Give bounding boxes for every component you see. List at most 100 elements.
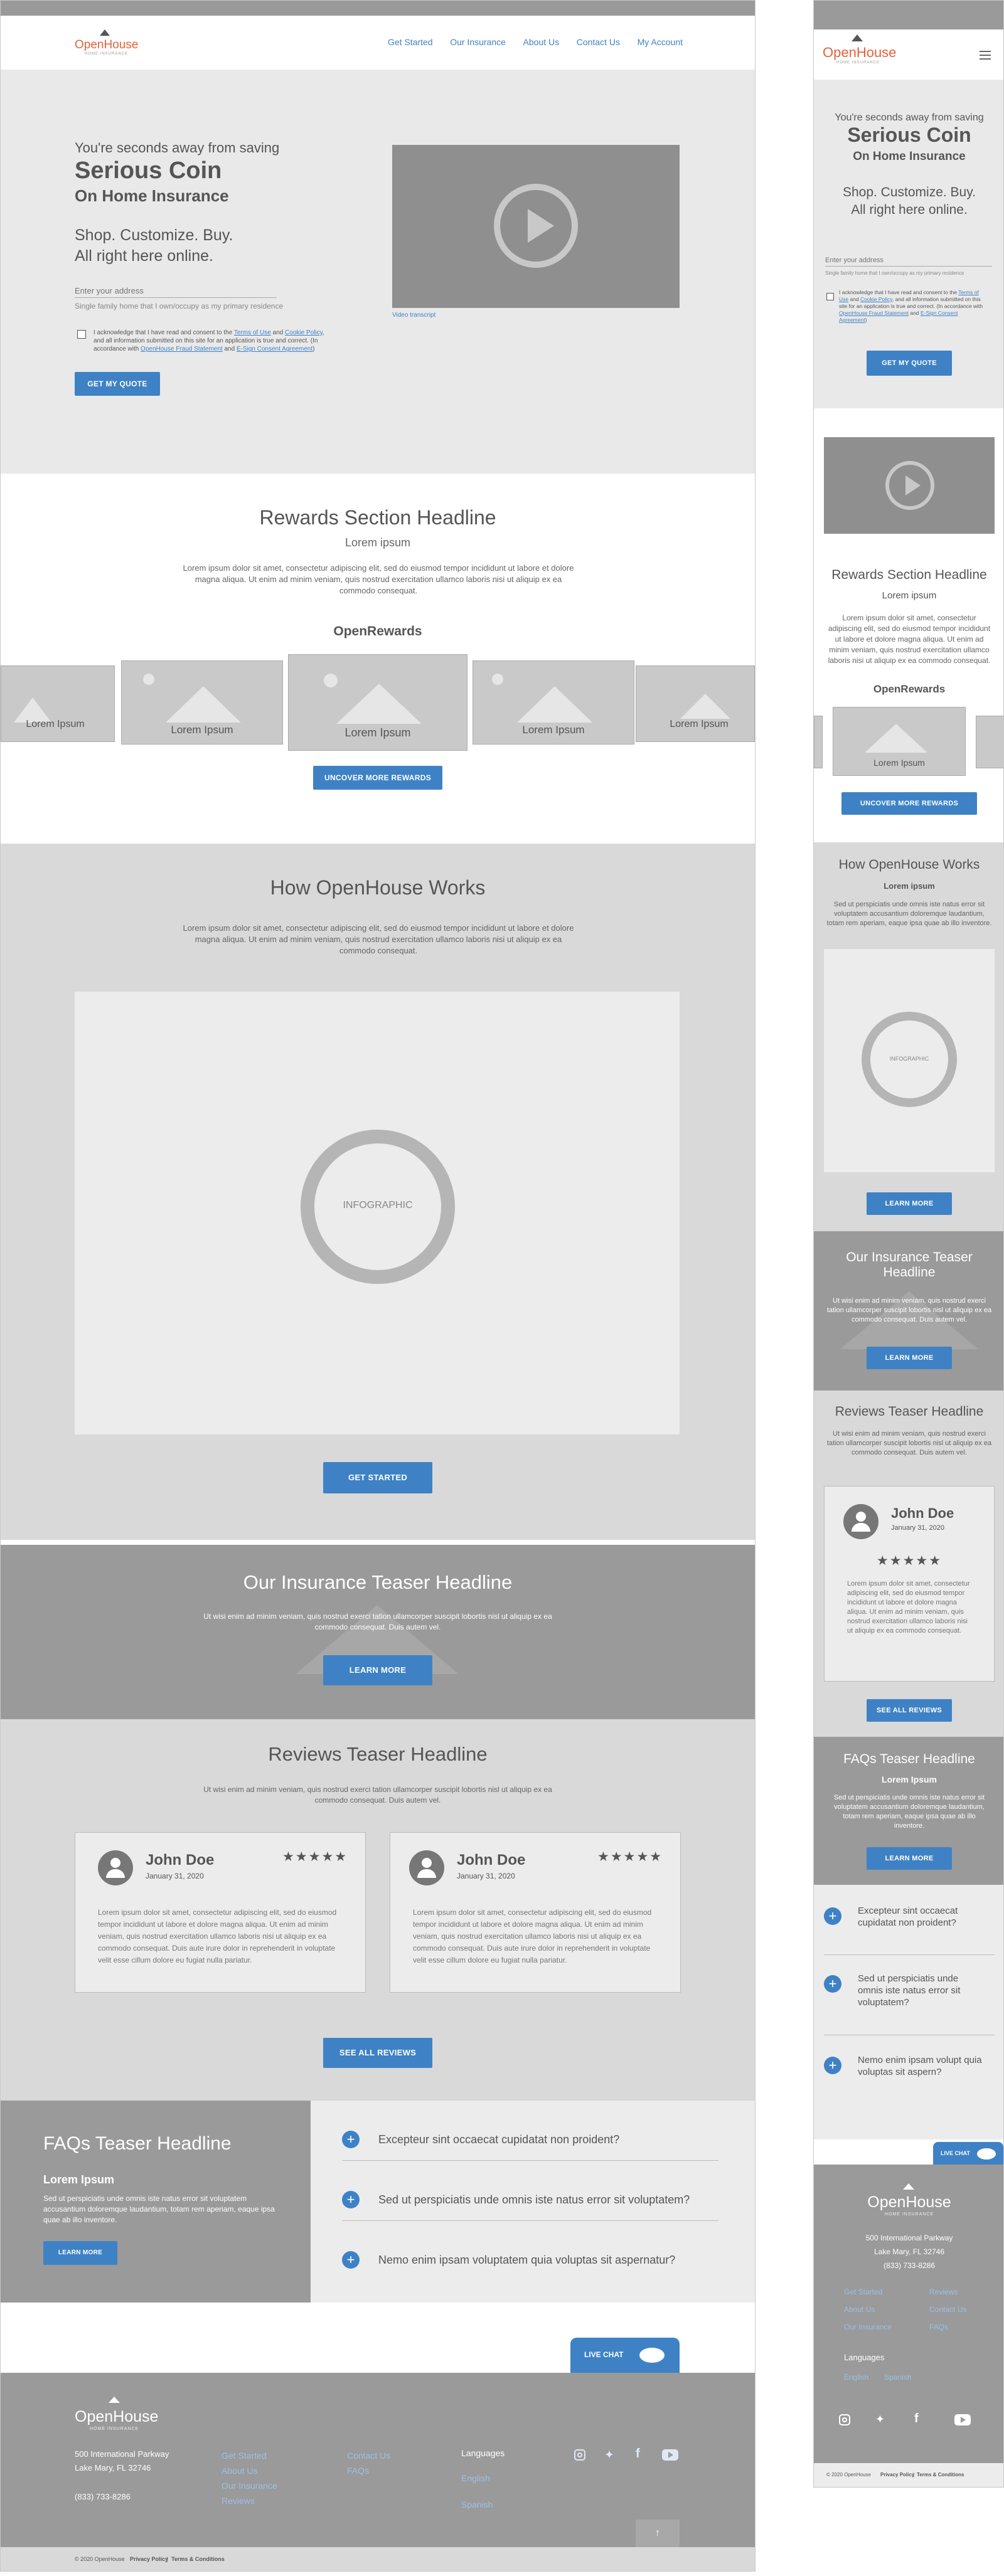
faq-item[interactable]: + Sed ut perspiciatis unde omnis iste na… bbox=[342, 2191, 718, 2221]
mobile-live-chat-button[interactable]: LIVE CHAT bbox=[933, 2142, 1003, 2165]
plus-icon[interactable]: + bbox=[342, 2191, 360, 2208]
uncover-rewards-button[interactable]: UNCOVER MORE REWARDS bbox=[313, 766, 442, 790]
terms-conditions-link[interactable]: Terms & Conditions bbox=[917, 2472, 964, 2478]
mobile-video[interactable] bbox=[824, 437, 995, 534]
footer-lang-english[interactable]: English bbox=[461, 2473, 490, 2483]
mobile-get-my-quote-button[interactable]: GET MY QUOTE bbox=[867, 351, 952, 376]
footer-link-about-us[interactable]: About Us bbox=[222, 2466, 258, 2476]
get-my-quote-button[interactable]: GET MY QUOTE bbox=[75, 372, 160, 396]
reward-card[interactable] bbox=[814, 716, 823, 768]
cookie-link[interactable]: Cookie Policy bbox=[285, 329, 323, 336]
reward-card[interactable]: Lorem Ipsum bbox=[636, 665, 755, 742]
terms-link[interactable]: Terms of Use bbox=[234, 329, 271, 336]
footer-link-about-us[interactable]: About Us bbox=[844, 2305, 875, 2314]
live-chat-label: LIVE CHAT bbox=[941, 2150, 970, 2156]
back-to-top-button[interactable]: ↑ bbox=[636, 2520, 680, 2547]
footer-link-contact-us[interactable]: Contact Us bbox=[929, 2305, 966, 2314]
plus-icon[interactable]: + bbox=[342, 2251, 360, 2269]
mobile-faq-list: + Excepteur sint occaecat cupidatat non … bbox=[814, 1885, 1003, 2139]
plus-icon[interactable]: + bbox=[824, 2057, 841, 2074]
facebook-icon[interactable]: f bbox=[914, 2412, 919, 2426]
nav-our-insurance[interactable]: Our Insurance bbox=[450, 37, 506, 50]
get-started-button[interactable]: GET STARTED bbox=[323, 1462, 432, 1493]
footer-link-get-started[interactable]: Get Started bbox=[222, 2451, 267, 2461]
plus-icon[interactable]: + bbox=[824, 1907, 841, 1925]
image-placeholder-icon bbox=[492, 674, 503, 685]
mobile-lang-spanish[interactable]: Spanish bbox=[884, 2373, 911, 2382]
esign-link[interactable]: E-Sign Consent Agreement bbox=[237, 346, 312, 352]
hero-section: You're seconds away from saving Serious … bbox=[1, 70, 755, 474]
hero-video[interactable] bbox=[392, 145, 680, 308]
faq-item[interactable]: + Excepteur sint occaecat cupidatat non … bbox=[824, 1905, 995, 1955]
nav-get-started[interactable]: Get Started bbox=[388, 37, 433, 50]
play-icon[interactable] bbox=[885, 461, 934, 510]
fraud-link[interactable]: OpenHouse Fraud Statement bbox=[839, 310, 909, 316]
footer-link-reviews[interactable]: Reviews bbox=[929, 2287, 958, 2296]
footer-link-faqs[interactable]: FAQs bbox=[929, 2323, 948, 2331]
reward-card[interactable] bbox=[976, 716, 1003, 768]
mobile-lang-english[interactable]: English bbox=[844, 2373, 868, 2382]
reward-card-featured[interactable]: Lorem Ipsum bbox=[833, 707, 966, 776]
live-chat-button[interactable]: LIVE CHAT bbox=[570, 2338, 680, 2373]
nav-contact-us[interactable]: Contact Us bbox=[577, 37, 620, 50]
footer-logo[interactable]: OpenHouse HOME INSURANCE bbox=[75, 2397, 163, 2432]
faq-learn-more-button[interactable]: LEARN MORE bbox=[43, 2241, 117, 2265]
terms-conditions-link[interactable]: Terms & Conditions bbox=[171, 2556, 225, 2562]
consent-checkbox[interactable] bbox=[77, 330, 86, 339]
reward-card[interactable]: Lorem Ipsum bbox=[1, 665, 115, 742]
reward-card[interactable]: Lorem Ipsum bbox=[121, 660, 283, 745]
fraud-link[interactable]: OpenHouse Fraud Statement bbox=[141, 346, 223, 352]
nav-about-us[interactable]: About Us bbox=[523, 37, 560, 50]
footer-lang-spanish[interactable]: Spanish bbox=[461, 2499, 493, 2510]
footer-link-our-insurance[interactable]: Our Insurance bbox=[844, 2323, 892, 2331]
reward-card[interactable]: Lorem Ipsum bbox=[473, 660, 634, 745]
mobile-consent-checkbox[interactable] bbox=[826, 293, 834, 300]
faq-item[interactable]: + Excepteur sint occaecat cupidatat non … bbox=[342, 2131, 718, 2161]
twitter-icon[interactable]: ✦ bbox=[875, 2413, 885, 2426]
see-all-reviews-button[interactable]: SEE ALL REVIEWS bbox=[323, 2038, 432, 2068]
faq-item[interactable]: + Sed ut perspiciatis unde omnis iste na… bbox=[824, 1973, 995, 2035]
mobile-address-input[interactable] bbox=[825, 254, 992, 267]
logo[interactable]: OpenHouse HOME INSURANCE bbox=[75, 28, 144, 60]
instagram-icon[interactable] bbox=[574, 2449, 585, 2461]
reward-card-featured[interactable]: Lorem Ipsum bbox=[288, 654, 467, 751]
youtube-icon[interactable] bbox=[662, 2449, 678, 2461]
mobile-footer-address-1: 500 International Parkway bbox=[865, 2234, 953, 2242]
privacy-link[interactable]: Privacy Policy bbox=[130, 2556, 168, 2562]
mobile-insurance-button[interactable]: LEARN MORE bbox=[867, 1347, 952, 1369]
plus-icon[interactable]: + bbox=[824, 1975, 841, 1993]
hamburger-menu-icon[interactable] bbox=[980, 51, 991, 60]
footer-link-get-started[interactable]: Get Started bbox=[844, 2287, 882, 2296]
faq-item[interactable]: + Nemo enim ipsam volupt quia voluptas s… bbox=[824, 2054, 995, 2104]
nav-my-account[interactable]: My Account bbox=[638, 37, 683, 50]
twitter-icon[interactable]: ✦ bbox=[604, 2448, 614, 2462]
facebook-icon[interactable]: f bbox=[636, 2447, 640, 2461]
video-transcript-link[interactable]: Video transcript bbox=[392, 312, 435, 319]
faq-item[interactable]: + Nemo enim ipsam voluptatem quia volupt… bbox=[342, 2251, 718, 2281]
cookie-link[interactable]: Cookie Policy bbox=[860, 296, 892, 302]
site-header: OpenHouse HOME INSURANCE Get Started Our… bbox=[1, 16, 755, 70]
footer-link-faqs[interactable]: FAQs bbox=[347, 2466, 369, 2476]
instagram-icon[interactable] bbox=[839, 2414, 850, 2425]
mobile-faq-button[interactable]: LEARN MORE bbox=[867, 1847, 952, 1870]
footer-link-reviews[interactable]: Reviews bbox=[222, 2496, 255, 2506]
youtube-icon[interactable] bbox=[954, 2414, 971, 2425]
mobile-rewards-headline: Rewards Section Headline bbox=[831, 568, 987, 582]
mobile-see-all-reviews-button[interactable]: SEE ALL REVIEWS bbox=[867, 1699, 952, 1722]
address-input[interactable] bbox=[75, 284, 277, 298]
openrewards-label: OpenRewards bbox=[333, 624, 422, 639]
privacy-link[interactable]: Privacy Policy bbox=[880, 2472, 914, 2478]
mobile-footer-phone[interactable]: (833) 733-8286 bbox=[814, 2261, 1003, 2270]
mobile-footer-logo[interactable]: OpenHouse HOME INSURANCE bbox=[865, 2183, 953, 2221]
footer-link-our-insurance[interactable]: Our Insurance bbox=[222, 2481, 277, 2491]
chat-bubble-icon bbox=[977, 2148, 996, 2160]
play-icon[interactable] bbox=[494, 184, 578, 268]
plus-icon[interactable]: + bbox=[342, 2131, 360, 2148]
footer-link-contact-us[interactable]: Contact Us bbox=[347, 2451, 390, 2461]
mobile-uncover-rewards-button[interactable]: UNCOVER MORE REWARDS bbox=[841, 792, 977, 815]
footer-phone[interactable]: (833) 733-8286 bbox=[75, 2492, 131, 2501]
insurance-learn-more-button[interactable]: LEARN MORE bbox=[323, 1655, 432, 1685]
mobile-learn-more-button[interactable]: LEARN MORE bbox=[867, 1192, 952, 1215]
reviews-section: Reviews Teaser Headline Ut wisi enim ad … bbox=[1, 1719, 755, 2101]
mobile-logo[interactable]: OpenHouse HOME INSURANCE bbox=[823, 34, 898, 65]
